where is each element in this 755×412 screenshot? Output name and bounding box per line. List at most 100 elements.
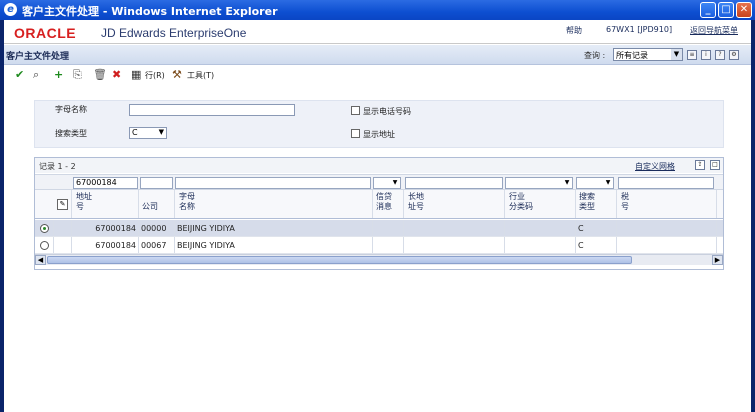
show-address-checkbox[interactable] bbox=[351, 129, 360, 138]
scroll-left-icon[interactable]: ◀ bbox=[35, 255, 46, 265]
maximize-icon[interactable]: □ bbox=[718, 2, 734, 18]
filter-alpha-name[interactable] bbox=[175, 177, 371, 189]
column-divider bbox=[174, 190, 175, 218]
info-icon[interactable]: i bbox=[701, 50, 711, 60]
maximize-grid-icon[interactable]: □ bbox=[710, 160, 720, 170]
scroll-right-icon[interactable]: ▶ bbox=[712, 255, 723, 265]
column-divider bbox=[616, 220, 617, 236]
col-tax-id[interactable]: 税号 bbox=[621, 192, 629, 212]
delete-icon[interactable]: 🗑 bbox=[93, 68, 107, 81]
column-divider bbox=[372, 220, 373, 236]
column-divider bbox=[575, 237, 576, 253]
customer-grid: 记录 1 - 2 自定义网格 ⇪ □ 67000184 ▼ ▼ ▼ ✎ 地址号 … bbox=[34, 157, 724, 270]
show-address-label: 显示地址 bbox=[363, 130, 395, 139]
table-row[interactable]: 67000184 00000 BEIJING YIDIYA C bbox=[35, 220, 723, 237]
chevron-down-icon: ▼ bbox=[564, 179, 570, 186]
chevron-down-icon: ▼ bbox=[671, 49, 682, 60]
cell-alpha-name: BEIJING YIDIYA bbox=[177, 241, 235, 250]
cell-company: 00067 bbox=[141, 241, 167, 250]
column-divider bbox=[71, 220, 72, 236]
filter-tax-id[interactable] bbox=[618, 177, 714, 189]
column-divider bbox=[138, 190, 139, 218]
scrollbar-thumb[interactable] bbox=[47, 256, 632, 264]
help-icon[interactable]: ? bbox=[715, 50, 725, 60]
copy-icon[interactable]: ⎘ bbox=[73, 68, 82, 81]
filter-company[interactable] bbox=[140, 177, 173, 189]
grid-horizontal-scrollbar[interactable]: ◀ ▶ bbox=[35, 254, 723, 265]
close-icon[interactable]: ✕ bbox=[736, 2, 752, 18]
search-type-value: C bbox=[132, 128, 138, 137]
oracle-logo: ORACLE bbox=[14, 25, 77, 41]
app-name: JD Edwards EnterpriseOne bbox=[101, 26, 247, 40]
query-label: 查询 : bbox=[584, 51, 606, 60]
column-divider bbox=[616, 237, 617, 253]
show-phone-checkbox[interactable] bbox=[351, 106, 360, 115]
col-company[interactable]: 公司 bbox=[142, 192, 158, 212]
column-divider bbox=[138, 237, 139, 253]
filter-address-number[interactable]: 67000184 bbox=[73, 177, 138, 189]
minimize-icon[interactable]: _ bbox=[700, 2, 716, 18]
filter-panel: 字母名称 搜索类型 C ▼ 显示电话号码 显示地址 bbox=[34, 100, 724, 148]
chevron-down-icon: ▼ bbox=[605, 179, 611, 186]
form-title: 客户主文件处理 bbox=[6, 52, 70, 62]
column-divider bbox=[71, 190, 72, 218]
return-to-menu-link[interactable]: 返回导航菜单 bbox=[690, 25, 738, 36]
col-search-type[interactable]: 搜索 类型 bbox=[579, 192, 595, 212]
grid-select-all-icon[interactable]: ✎ bbox=[57, 199, 68, 210]
grid-header-bar: 记录 1 - 2 自定义网格 ⇪ □ bbox=[35, 158, 723, 173]
column-divider bbox=[138, 220, 139, 236]
chevron-down-icon: ▼ bbox=[392, 179, 398, 186]
filter-credit-message[interactable]: ▼ bbox=[373, 177, 401, 189]
col-alpha-name[interactable]: 字母 名称 bbox=[179, 192, 195, 212]
column-divider bbox=[174, 237, 175, 253]
personalize-icon[interactable]: ≡ bbox=[687, 50, 697, 60]
column-divider bbox=[716, 237, 717, 253]
filter-industry-class[interactable]: ▼ bbox=[505, 177, 573, 189]
browser-content: ORACLE JD Edwards EnterpriseOne 帮助 67WX1… bbox=[4, 20, 751, 412]
environment-label: 67WX1 [JPD910] bbox=[606, 25, 673, 34]
tools-menu-label[interactable]: 工具(T) bbox=[187, 70, 214, 81]
col-credit-message[interactable]: 信贷 消息 bbox=[376, 192, 392, 212]
column-divider bbox=[575, 190, 576, 218]
add-icon[interactable]: + bbox=[54, 68, 63, 81]
row-menu-label[interactable]: 行(R) bbox=[145, 70, 165, 81]
close-form-icon[interactable]: ✖ bbox=[112, 68, 121, 81]
column-divider bbox=[71, 237, 72, 253]
query-select[interactable]: 所有记录 ▼ bbox=[613, 48, 683, 61]
column-divider bbox=[504, 190, 505, 218]
cell-alpha-name: BEIJING YIDIYA bbox=[177, 224, 235, 233]
help-link[interactable]: 帮助 bbox=[566, 25, 582, 36]
table-row[interactable]: 67000184 00067 BEIJING YIDIYA C bbox=[35, 237, 723, 254]
customize-grid-link[interactable]: 自定义网格 bbox=[635, 161, 675, 172]
filter-search-type[interactable]: ▼ bbox=[576, 177, 614, 189]
chevron-down-icon: ▼ bbox=[158, 128, 164, 136]
column-divider bbox=[174, 220, 175, 236]
column-divider bbox=[575, 220, 576, 236]
alpha-name-field[interactable] bbox=[129, 104, 295, 116]
tools-menu-icon[interactable]: ⚒ bbox=[172, 68, 182, 81]
select-icon[interactable]: ✔ bbox=[15, 68, 24, 81]
export-icon[interactable]: ⇪ bbox=[695, 160, 705, 170]
filter-long-address[interactable] bbox=[405, 177, 503, 189]
form-title-bar: 客户主文件处理 查询 : 所有记录 ▼ ≡ i ? ⚙ bbox=[4, 45, 751, 65]
find-icon[interactable]: ⌕ bbox=[33, 68, 39, 81]
col-address-number[interactable]: 地址号 bbox=[76, 192, 92, 212]
col-industry-class[interactable]: 行业 分类码 bbox=[509, 192, 533, 212]
search-type-select[interactable]: C ▼ bbox=[129, 127, 167, 139]
cell-address-number: 67000184 bbox=[95, 224, 136, 233]
col-long-address[interactable]: 长地 址号 bbox=[408, 192, 424, 212]
query-select-value: 所有记录 bbox=[616, 51, 648, 60]
column-divider bbox=[372, 190, 373, 218]
cell-address-number: 67000184 bbox=[95, 241, 136, 250]
form-toolbar: ✔ ⌕ + ⎘ 🗑 ✖ ▦ 行(R) ⚒ 工具(T) bbox=[4, 66, 751, 84]
column-divider bbox=[53, 237, 54, 253]
grid-column-headers: ✎ 地址号 公司 字母 名称 信贷 消息 长地 址号 行业 分类码 搜索 类型 税号 bbox=[35, 190, 723, 219]
column-divider bbox=[716, 190, 717, 218]
column-divider bbox=[616, 190, 617, 218]
row-select-radio[interactable] bbox=[40, 241, 49, 250]
row-select-radio[interactable] bbox=[40, 224, 49, 233]
row-menu-icon[interactable]: ▦ bbox=[131, 68, 141, 81]
column-divider bbox=[716, 220, 717, 236]
search-type-label: 搜索类型 bbox=[55, 129, 87, 138]
tools-icon[interactable]: ⚙ bbox=[729, 50, 739, 60]
